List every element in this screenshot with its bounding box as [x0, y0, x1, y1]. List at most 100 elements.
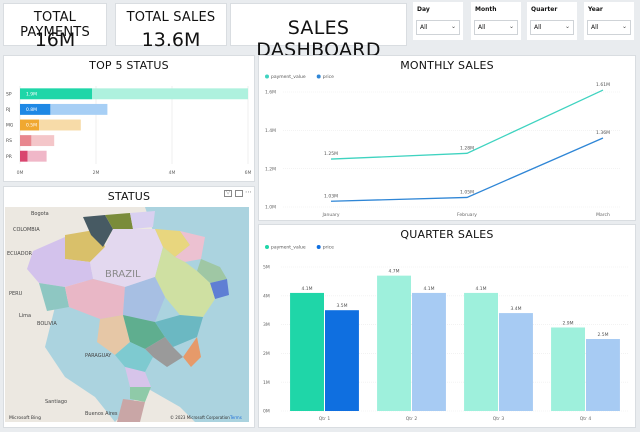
quarter-bar-chart[interactable]: 0M 1M 2M 3M 4M 5M payment_value price 4.1M 3.5M Qt… — [259, 241, 635, 427]
x-tick-label: February — [457, 212, 477, 218]
data-label: 2.9M — [563, 320, 574, 326]
slicer-dropdown[interactable]: All ⌄ — [474, 20, 518, 35]
bar-segment — [92, 88, 248, 100]
slicer-year[interactable]: Year All ⌄ — [584, 2, 634, 40]
kpi-value: 13.6M — [141, 29, 201, 51]
data-label: 1.9M — [26, 91, 37, 97]
data-label: 3.4M — [510, 306, 521, 312]
y-tick-label: 4M — [263, 293, 270, 299]
kpi-value: 16M — [34, 29, 76, 51]
bar-segment — [50, 103, 108, 115]
slicer-label: Day — [417, 6, 430, 13]
map-label: COLOMBIA — [13, 227, 40, 233]
map-label: ECUADOR — [7, 251, 33, 257]
bar — [586, 339, 620, 411]
data-label: 1.28M — [460, 145, 474, 151]
slicer-dropdown[interactable]: All ⌄ — [587, 20, 631, 35]
map-label: Santiago — [45, 399, 67, 405]
status-map[interactable]: Bogota COLOMBIA ECUADOR PERU Lima BOLIVI… — [5, 207, 249, 422]
x-tick-label: 4M — [169, 170, 176, 176]
legend-label: price — [323, 74, 334, 80]
y-tick-label: RS — [6, 138, 12, 144]
panel-title: STATUS — [107, 190, 151, 203]
x-tick-label: March — [596, 212, 610, 218]
data-label: 0.8M — [26, 107, 37, 113]
legend-marker — [316, 74, 321, 79]
slicer-label: Month — [475, 6, 497, 13]
map-label: Lima — [19, 313, 31, 319]
x-tick-label: 0M — [17, 170, 24, 176]
panel-title: MONTHLY SALES — [400, 59, 494, 72]
top5-bar-chart[interactable]: 0M 2M 4M 6M SP 1.9M RJ 0.8M MG 0.5M RS PR — [4, 72, 254, 182]
y-tick-label: 2M — [263, 351, 270, 357]
data-label: 3.5M — [336, 303, 347, 309]
bar-segment — [27, 150, 47, 162]
monthly-line-chart[interactable]: 1.0M 1.2M 1.4M 1.6M January February March paym… — [259, 72, 635, 220]
bar — [325, 310, 359, 411]
x-tick-label: 6M — [245, 170, 252, 176]
y-tick-label: PR — [6, 154, 12, 160]
x-tick-label: Qtr 4 — [580, 416, 592, 422]
kpi-card-total-sales: TOTAL SALES 13.6M — [115, 3, 227, 51]
y-tick-label: SP — [6, 91, 12, 97]
map-label: PARAGUAY — [85, 353, 112, 359]
map-terms-link[interactable]: Terms — [229, 415, 242, 420]
slicer-day[interactable]: Day All ⌄ — [413, 2, 463, 40]
slicer-quarter[interactable]: Quarter All ⌄ — [527, 2, 577, 40]
map-label: Bogota — [31, 211, 49, 217]
slicer-dropdown[interactable]: All ⌄ — [530, 20, 574, 35]
map-attribution: © 2023 Microsoft Corporation — [170, 415, 230, 420]
bar-segment — [39, 119, 81, 131]
more-options-icon[interactable]: ⋯ — [245, 188, 252, 196]
y-tick-label: 1.2M — [265, 166, 276, 172]
y-tick-label: 3M — [263, 322, 270, 328]
kpi-title: TOTAL SALES — [126, 10, 216, 25]
data-label: 1.36M — [596, 130, 610, 136]
chevron-down-icon: ⌄ — [450, 23, 456, 30]
data-label: 1.03M — [324, 193, 338, 199]
bar — [464, 292, 498, 411]
legend-marker — [265, 245, 269, 249]
data-label: 4.1M — [423, 286, 434, 292]
bar — [412, 292, 446, 411]
map-label: PERU — [9, 291, 23, 297]
bar — [551, 327, 585, 411]
chevron-down-icon: ⌄ — [508, 23, 514, 30]
map-state[interactable] — [130, 211, 155, 229]
filter-icon[interactable]: ▽ — [224, 190, 232, 197]
map-label: BRAZIL — [105, 269, 141, 280]
data-label: 4.1M — [476, 286, 487, 292]
y-tick-label: 1.0M — [265, 205, 276, 211]
slicer-dropdown[interactable]: All ⌄ — [416, 20, 460, 35]
panel-title: TOP 5 STATUS — [89, 59, 169, 72]
data-label: 0.5M — [26, 123, 37, 129]
x-tick-label: Qtr 2 — [406, 416, 418, 422]
bar-segment — [31, 135, 55, 147]
panel-title: QUARTER SALES — [400, 228, 494, 241]
x-tick-label: January — [321, 212, 339, 218]
x-tick-label: Qtr 1 — [319, 416, 331, 422]
data-label: 1.25M — [324, 151, 338, 157]
slicer-value: All — [534, 24, 542, 31]
slicer-label: Quarter — [531, 6, 558, 13]
y-tick-label: MG — [6, 123, 14, 129]
y-tick-label: 1.4M — [265, 128, 276, 134]
y-tick-label: RJ — [6, 107, 10, 113]
x-tick-label: Qtr 3 — [493, 416, 505, 422]
x-tick-label: 2M — [93, 170, 100, 176]
map-canvas[interactable]: Bogota COLOMBIA ECUADOR PERU Lima BOLIVI… — [5, 207, 249, 422]
focus-mode-icon[interactable] — [235, 190, 243, 197]
bar — [499, 313, 533, 411]
map-label: BOLIVIA — [37, 321, 57, 327]
slicer-value: All — [420, 24, 428, 31]
slicer-label: Year — [588, 6, 603, 13]
map-label: Buenos Aires — [85, 411, 118, 417]
data-label: 4.1M — [302, 286, 313, 292]
bar-segment — [20, 135, 32, 147]
slicer-month[interactable]: Month All ⌄ — [471, 2, 521, 40]
chevron-down-icon: ⌄ — [564, 23, 570, 30]
slicer-value: All — [591, 24, 599, 31]
data-label: 1.61M — [596, 82, 610, 88]
legend-label: price — [323, 245, 334, 251]
data-label: 2.5M — [597, 332, 608, 338]
